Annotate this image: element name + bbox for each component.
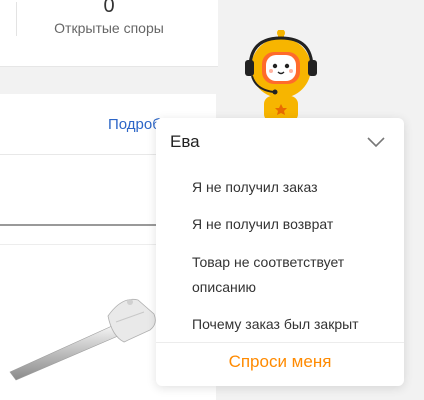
- assistant-popup: Ева Я не получил заказ Я не получил возв…: [156, 118, 404, 386]
- faq-item-not-as-described[interactable]: Товар не соответствует описанию: [192, 250, 392, 300]
- faq-why-order-closed[interactable]: Почему заказ был закрыт: [192, 312, 392, 337]
- faq-not-received-refund[interactable]: Я не получил возврат: [192, 212, 392, 237]
- assistant-name: Ева: [170, 132, 200, 151]
- ask-me-button[interactable]: Спроси меня: [156, 350, 404, 374]
- chevron-down-icon[interactable]: [366, 136, 386, 148]
- open-disputes-label: Открытые споры: [54, 20, 164, 36]
- open-disputes-card[interactable]: 0 Открытые споры: [0, 0, 218, 67]
- open-disputes-count: 0: [103, 0, 115, 17]
- popup-divider: [156, 342, 404, 343]
- faq-not-received-order[interactable]: Я не получил заказ: [192, 175, 392, 200]
- assistant-mascot: [245, 30, 317, 122]
- key-illustration: [9, 298, 156, 381]
